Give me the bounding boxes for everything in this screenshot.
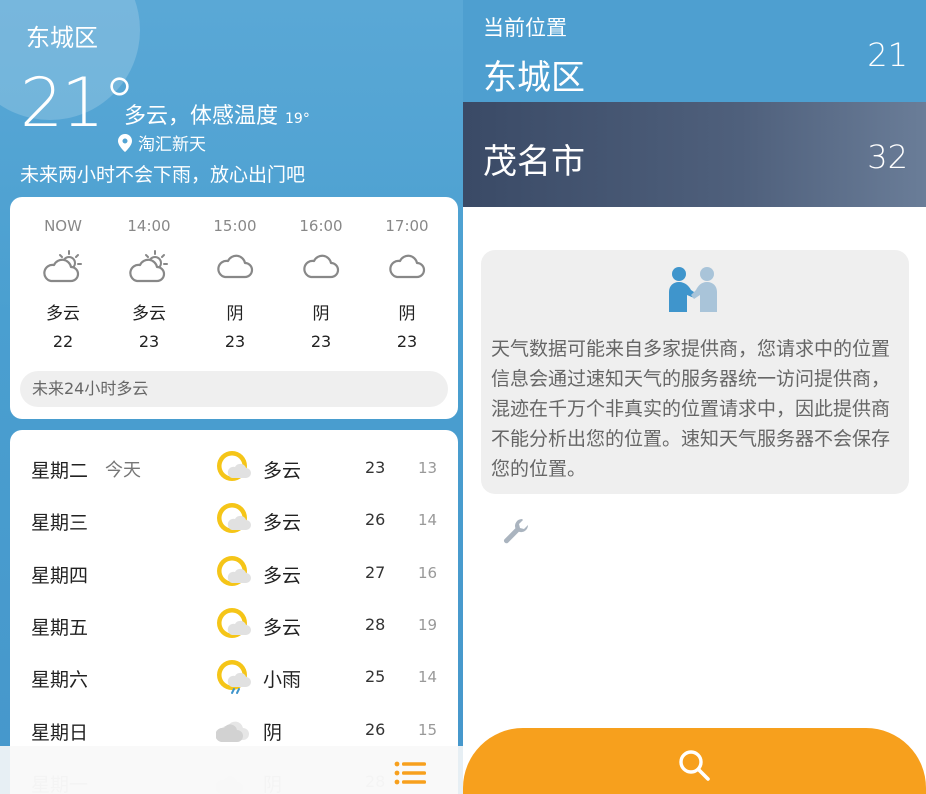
day-condition: 阴	[263, 721, 283, 744]
hourly-item: 16:00 阴 23	[278, 217, 364, 351]
hourly-temp: 22	[52, 332, 74, 351]
hourly-row: NOW 多云 22 14:00 多云 23 15:00 阴 23 16:00 阴…	[20, 217, 450, 351]
location-line[interactable]: 淘汇新天	[118, 130, 206, 155]
cloud-icon	[364, 239, 450, 295]
daily-row[interactable]: 星期四 多云 27 16	[10, 547, 458, 599]
hourly-summary: 未来24小时多云	[20, 371, 448, 407]
location-text: 淘汇新天	[138, 135, 206, 155]
day-name: 星期二	[31, 460, 89, 482]
day-high-temp: 28	[365, 614, 386, 634]
hourly-time: NOW	[44, 217, 82, 235]
day-condition: 多云	[263, 512, 302, 535]
day-condition: 多云	[263, 564, 302, 587]
daily-row[interactable]: 星期六 小雨 25 14	[10, 651, 458, 703]
partly-cloudy-sun-icon	[216, 502, 252, 538]
hourly-condition: 阴	[398, 304, 416, 324]
daily-row[interactable]: 星期二 今天 多云 23 13	[10, 442, 458, 494]
partly-cloudy-sun-icon	[216, 450, 252, 486]
light-rain-icon	[216, 659, 252, 695]
city-name: 东城区	[26, 24, 98, 52]
current-location-row[interactable]: 当前位置 东城区 21	[463, 0, 926, 102]
day-name: 星期六	[31, 669, 89, 692]
condition-line: 多云，体感温度 19°	[124, 98, 310, 130]
partly-cloudy-icon	[20, 239, 106, 295]
hourly-condition: 阴	[226, 304, 244, 324]
hourly-item: 14:00 多云 23	[106, 217, 192, 351]
handshake-people-icon	[669, 267, 717, 312]
day-name: 星期四	[31, 564, 89, 587]
city-row-name: 茂名市	[483, 142, 585, 182]
partly-cloudy-icon	[106, 239, 192, 295]
current-location-temp: 21	[867, 36, 908, 74]
day-high-temp: 27	[365, 562, 386, 582]
search-icon[interactable]	[677, 748, 711, 782]
hourly-temp: 23	[138, 332, 160, 351]
day-condition: 多云	[263, 460, 302, 482]
hourly-temp: 23	[310, 332, 332, 351]
day-high-temp: 25	[365, 667, 386, 687]
privacy-notice-card: 天气数据可能来自多家提供商，您请求中的位置信息会通过速知天气的服务器统一访问提供…	[481, 250, 909, 494]
hourly-time: 16:00	[299, 217, 343, 235]
city-row-maoming[interactable]: 茂名市 32	[463, 102, 926, 207]
overcast-icon	[215, 712, 252, 748]
privacy-notice-text: 天气数据可能来自多家提供商，您请求中的位置信息会通过速知天气的服务器统一访问提供…	[491, 338, 891, 480]
location-pin-icon	[118, 133, 132, 152]
city-row-temp: 32	[867, 138, 908, 176]
daily-forecast-card[interactable]: 星期二 今天 多云 23 13 星期三 多云 26 14 星期四 多云 27 1…	[10, 430, 458, 794]
day-high-temp: 23	[365, 458, 386, 477]
day-low-temp: 15	[418, 720, 438, 739]
hourly-condition: 多云	[132, 304, 166, 324]
current-location-label: 当前位置	[483, 16, 567, 40]
day-low-temp: 19	[418, 615, 438, 634]
hourly-item: 17:00 阴 23	[364, 217, 450, 351]
today-tag: 今天	[105, 460, 141, 481]
hourly-time: 15:00	[213, 217, 257, 235]
list-menu-icon[interactable]	[394, 760, 426, 786]
day-high-temp: 26	[365, 719, 386, 739]
day-condition: 多云	[263, 616, 302, 639]
partly-cloudy-sun-icon	[216, 555, 252, 591]
hourly-condition: 阴	[312, 304, 330, 324]
cloud-icon	[278, 239, 364, 295]
day-high-temp: 26	[365, 510, 386, 530]
partly-cloudy-sun-icon	[216, 607, 252, 643]
rain-notice: 未来两小时不会下雨，放心出门吧	[20, 164, 306, 186]
hourly-item: NOW 多云 22	[20, 217, 106, 351]
condition-text: 多云，体感温度	[124, 104, 279, 129]
feels-like-value: 19°	[285, 111, 310, 127]
city-list-panel: 当前位置 东城区 21 茂名市 32 天气数据可能来自多家提供商，您请求中的位置…	[463, 0, 926, 794]
hourly-condition: 多云	[46, 304, 80, 324]
day-name: 星期三	[31, 512, 89, 535]
hourly-item: 15:00 阴 23	[192, 217, 278, 351]
day-condition: 小雨	[263, 669, 302, 692]
hourly-time: 14:00	[127, 217, 171, 235]
hourly-temp: 23	[224, 332, 246, 351]
day-low-temp: 14	[418, 511, 438, 530]
daily-row[interactable]: 星期五 多云 28 19	[10, 599, 458, 651]
weather-detail-panel: 东城区 21° 多云，体感温度 19° 淘汇新天 未来两小时不会下雨，放心出门吧…	[0, 0, 463, 794]
cloud-icon	[192, 239, 278, 295]
wrench-icon[interactable]	[501, 516, 531, 546]
day-low-temp: 14	[418, 668, 438, 687]
current-temperature: 21°	[20, 64, 137, 143]
day-name: 星期五	[31, 616, 89, 639]
hourly-forecast-card[interactable]: NOW 多云 22 14:00 多云 23 15:00 阴 23 16:00 阴…	[10, 197, 458, 419]
day-low-temp: 13	[418, 459, 438, 477]
day-name: 星期日	[31, 721, 89, 744]
hourly-temp: 23	[396, 332, 418, 351]
daily-row[interactable]: 星期三 多云 26 14	[10, 494, 458, 546]
day-low-temp: 16	[418, 563, 438, 582]
current-location-city: 东城区	[483, 58, 585, 98]
hourly-time: 17:00	[385, 217, 429, 235]
